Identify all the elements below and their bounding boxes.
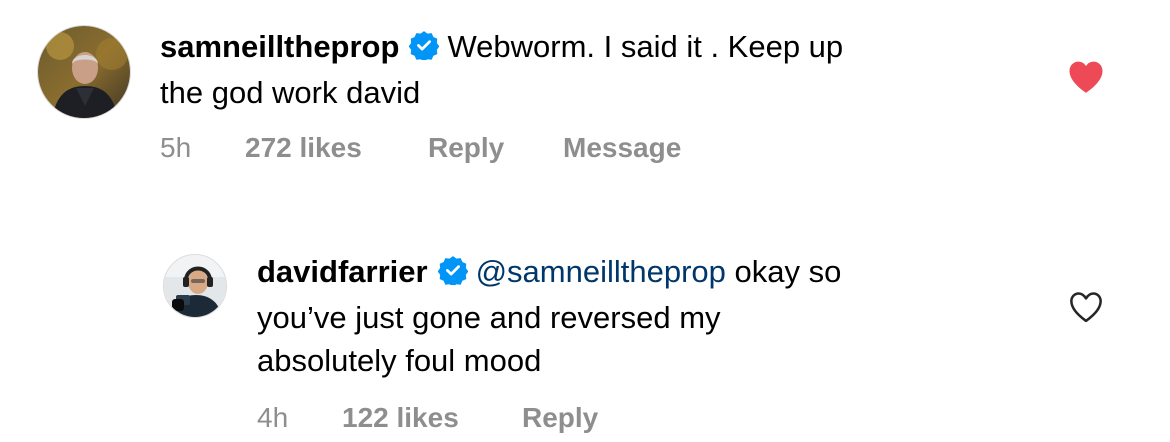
avatar-image	[164, 255, 226, 317]
comment-text-block: samneilltheprop Webworm. I said it . Keep…	[160, 25, 1040, 114]
comment-username[interactable]: samneilltheprop	[160, 29, 399, 64]
avatar-image	[38, 26, 130, 118]
comment-davidfarrier: davidfarrier @samneilltheprop okay so you…	[0, 230, 1170, 442]
comment-text-line: you’ve just gone and reversed my	[257, 300, 721, 335]
comment-text-line: absolutely foul mood	[257, 343, 542, 378]
mention-link[interactable]: @samneilltheprop	[476, 254, 726, 289]
avatar[interactable]	[37, 25, 131, 119]
likes-count-link[interactable]: 272 likes	[245, 132, 362, 164]
reply-button[interactable]: Reply	[522, 402, 598, 434]
comment-text-block: davidfarrier @samneilltheprop okay so you…	[257, 250, 1037, 382]
likes-count-link[interactable]: 122 likes	[342, 402, 459, 434]
avatar[interactable]	[163, 254, 227, 318]
heart-outline-icon[interactable]	[1068, 290, 1104, 324]
verified-badge-icon	[409, 28, 440, 71]
comment-meta: 5h 272 likes Reply Message	[160, 132, 760, 168]
reply-button[interactable]: Reply	[428, 132, 504, 164]
comment-text-line: okay so	[725, 254, 842, 289]
comment-samneilltheprop: samneilltheprop Webworm. I said it . Keep…	[0, 0, 1170, 200]
comment-time: 4h	[257, 402, 289, 433]
comment-username[interactable]: davidfarrier	[257, 254, 428, 289]
comment-text-line: Webworm. I said it . Keep up	[447, 29, 844, 64]
comment-text-line: the god work david	[160, 75, 421, 110]
verified-badge-icon	[437, 253, 468, 296]
message-button[interactable]: Message	[563, 132, 681, 164]
heart-filled-icon[interactable]	[1068, 60, 1104, 94]
comment-time: 5h	[160, 132, 192, 163]
comment-meta: 4h 122 likes Reply	[257, 402, 757, 438]
